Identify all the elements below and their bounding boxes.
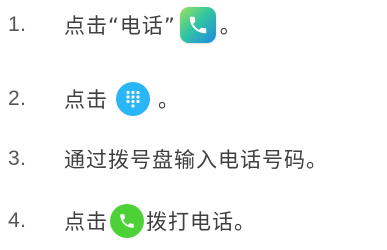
call-icon [110, 204, 144, 238]
step-text-after: 。 [158, 88, 180, 112]
step-text-before: 点击 [64, 210, 108, 234]
step-text-before: 通过拨号盘输入电话号码。 [64, 148, 328, 172]
step-number: 3. [8, 147, 27, 170]
step-text: 点击“电话” 。 [64, 7, 242, 43]
step-text-before: 点击“电话” [64, 14, 176, 38]
step-text-before: 点击 [64, 88, 108, 112]
step-text: 点击 。 [64, 82, 180, 116]
step-number: 2. [8, 87, 27, 110]
dialpad-icon [116, 82, 150, 116]
step-number: 4. [8, 209, 27, 232]
step-text-after: 拨打电话。 [146, 210, 256, 234]
step-number: 1. [8, 13, 27, 36]
step-text: 点击 拨打电话。 [64, 204, 256, 238]
step-text-after: 。 [219, 14, 242, 38]
phone-app-icon [179, 7, 216, 43]
step-text: 通过拨号盘输入电话号码。 [64, 144, 328, 174]
